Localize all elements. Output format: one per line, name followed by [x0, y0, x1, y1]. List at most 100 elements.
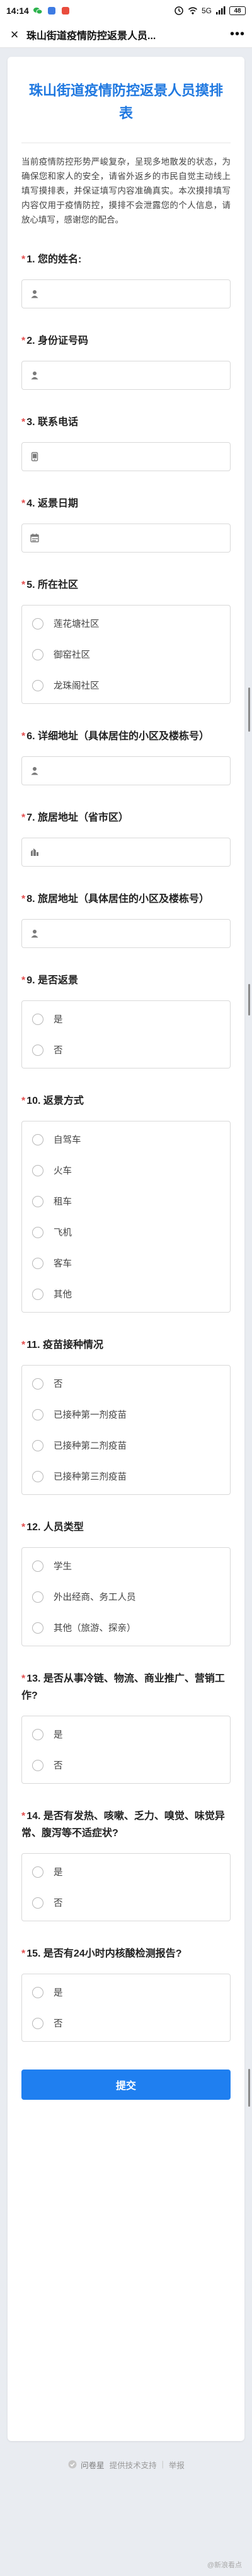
radio-circle-icon[interactable]: [32, 1164, 43, 1176]
footer-tagline: 提供技术支持: [109, 2461, 157, 2470]
radio-option-label: 否: [54, 1046, 63, 1056]
answer-field[interactable]: [43, 758, 222, 783]
text-input-box[interactable]: [21, 524, 231, 553]
answer-field[interactable]: [43, 281, 222, 307]
text-input-box[interactable]: [21, 919, 231, 948]
radio-option[interactable]: 否: [22, 2008, 230, 2039]
required-asterisk: *: [21, 731, 26, 742]
answer-field[interactable]: [43, 363, 222, 388]
question-text: 11. 疫苗接种情况: [26, 1340, 104, 1350]
radio-circle-icon[interactable]: [32, 2017, 43, 2029]
answer-field[interactable]: [43, 525, 222, 551]
report-link[interactable]: 举报: [169, 2459, 185, 2471]
scrollbar-thumb-3[interactable]: [248, 2069, 250, 2107]
close-icon[interactable]: ×: [5, 26, 24, 43]
radio-circle-icon[interactable]: [32, 1866, 43, 1878]
answer-field[interactable]: [43, 840, 222, 865]
radio-option[interactable]: 是: [22, 1856, 230, 1887]
scrollbar-thumb-2[interactable]: [248, 984, 250, 1016]
text-input-box[interactable]: [21, 279, 231, 308]
radio-circle-icon[interactable]: [32, 1195, 43, 1207]
radio-group: 是否: [21, 1974, 231, 2042]
radio-circle-icon[interactable]: [32, 1226, 43, 1238]
radio-circle-icon[interactable]: [32, 648, 43, 660]
radio-option[interactable]: 御窑社区: [22, 639, 230, 670]
radio-option[interactable]: 租车: [22, 1186, 230, 1217]
question-text: 2. 身份证号码: [26, 336, 89, 346]
question-title: * 2. 身份证号码: [21, 332, 231, 349]
radio-circle-icon[interactable]: [32, 1013, 43, 1025]
radio-option[interactable]: 外出经商、务工人员: [22, 1581, 230, 1612]
radio-option[interactable]: 客车: [22, 1248, 230, 1279]
radio-circle-icon[interactable]: [32, 1591, 43, 1603]
radio-circle-icon[interactable]: [32, 1133, 43, 1145]
footer-separator: |: [161, 2460, 164, 2469]
radio-option[interactable]: 火车: [22, 1155, 230, 1186]
radio-group: 自驾车火车 租车 飞机 客车其他: [21, 1121, 231, 1313]
scrollbar-thumb[interactable]: [248, 688, 250, 732]
answer-field[interactable]: [43, 444, 222, 469]
radio-option[interactable]: 龙珠阁社区: [22, 670, 230, 701]
radio-option[interactable]: 否: [22, 1034, 230, 1065]
radio-option[interactable]: 已接种第二剂疫苗: [22, 1430, 230, 1461]
footer: 问卷星 提供技术支持 | 举报: [8, 2455, 244, 2474]
question-12: * 12. 人员类型 学生 外出经商、务工人员 其他（旅游、探亲）: [21, 1519, 231, 1646]
question-title: * 7. 旅居地址（省市区）: [21, 809, 231, 826]
radio-circle-icon[interactable]: [32, 1408, 43, 1420]
radio-option[interactable]: 已接种第三剂疫苗: [22, 1461, 230, 1492]
radio-option[interactable]: 是: [22, 1004, 230, 1034]
required-asterisk: *: [21, 1096, 26, 1106]
radio-circle-icon[interactable]: [32, 1288, 43, 1300]
question-11: * 11. 疫苗接种情况否已接种第一剂疫苗 已接种第二剂疫苗 已接种第三剂疫苗: [21, 1337, 231, 1495]
radio-circle-icon[interactable]: [32, 1728, 43, 1740]
text-input-box[interactable]: [21, 838, 231, 867]
radio-option-label: 是: [54, 1988, 63, 1998]
radio-circle-icon[interactable]: [32, 1986, 43, 1998]
radio-option[interactable]: 否: [22, 1750, 230, 1781]
radio-circle-icon[interactable]: [32, 618, 43, 629]
radio-option[interactable]: 其他（旅游、探亲）: [22, 1612, 230, 1643]
radio-circle-icon[interactable]: [32, 1560, 43, 1572]
scroll-area[interactable]: 珠山街道疫情防控返景人员摸排表 当前疫情防控形势严峻复杂，呈现多地散发的状态，为…: [0, 48, 252, 2576]
radio-circle-icon[interactable]: [32, 1044, 43, 1056]
radio-option[interactable]: 是: [22, 1977, 230, 2008]
radio-circle-icon[interactable]: [32, 1378, 43, 1390]
calendar-icon: [30, 534, 39, 542]
question-text: 1. 您的姓名:: [26, 254, 82, 265]
radio-option-label: 否: [54, 1379, 63, 1390]
submit-button[interactable]: 提交: [21, 2070, 231, 2100]
question-8: * 8. 旅居地址（具体居住的小区及楼栋号）: [21, 891, 231, 948]
radio-option[interactable]: 否: [22, 1368, 230, 1399]
radio-circle-icon[interactable]: [32, 1759, 43, 1771]
more-icon[interactable]: •••: [228, 27, 247, 42]
answer-field[interactable]: [43, 921, 222, 946]
question-14: * 14. 是否有发热、咳嗽、乏力、嗅觉、味觉异常、腹泻等不适症状? 是否: [21, 1808, 231, 1921]
radio-option[interactable]: 否: [22, 1887, 230, 1918]
question-title: * 9. 是否返景: [21, 972, 231, 989]
radio-option-label: 已接种第一剂疫苗: [54, 1410, 127, 1420]
radio-option[interactable]: 是: [22, 1719, 230, 1750]
radio-circle-icon[interactable]: [32, 679, 43, 691]
id-card-icon: [31, 372, 38, 380]
wechat-notification-icon: [33, 8, 43, 15]
radio-option[interactable]: 其他: [22, 1279, 230, 1309]
text-input-box[interactable]: [21, 756, 231, 785]
radio-option[interactable]: 学生: [22, 1550, 230, 1581]
footer-brand[interactable]: 问卷星: [67, 2459, 105, 2471]
radio-option[interactable]: 飞机: [22, 1217, 230, 1248]
radio-option[interactable]: 已接种第一剂疫苗: [22, 1399, 230, 1430]
radio-circle-icon[interactable]: [32, 1897, 43, 1909]
radio-circle-icon[interactable]: [32, 1257, 43, 1269]
text-input-box[interactable]: [21, 442, 231, 471]
radio-option[interactable]: 自驾车: [22, 1124, 230, 1155]
radio-option-label: 自驾车: [54, 1135, 81, 1145]
radio-circle-icon[interactable]: [32, 1439, 43, 1451]
question-15: * 15. 是否有24小时内核酸检测报告? 是否: [21, 1945, 231, 2042]
form-intro: 当前疫情防控形势严峻复杂，呈现多地散发的状态，为确保您和家人的安全，请省外返乡的…: [21, 157, 231, 225]
wenjuanxing-logo-icon: [68, 2460, 77, 2469]
text-input-box[interactable]: [21, 361, 231, 390]
radio-option-label: 其他: [54, 1290, 72, 1300]
radio-option[interactable]: 莲花塘社区: [22, 608, 230, 639]
radio-circle-icon[interactable]: [32, 1470, 43, 1482]
radio-circle-icon[interactable]: [32, 1622, 43, 1634]
